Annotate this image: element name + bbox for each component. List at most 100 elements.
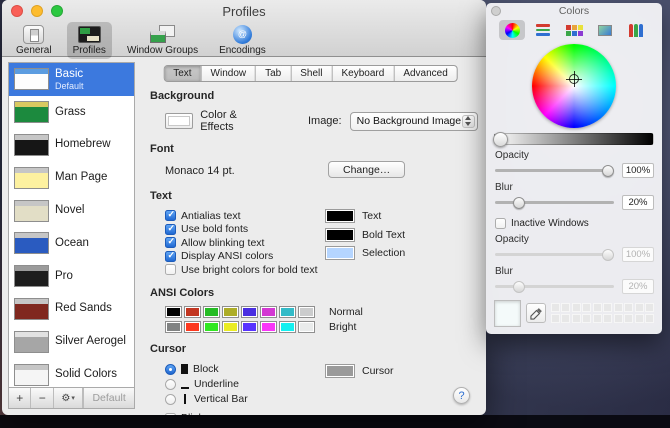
radio-row-vertical-bar[interactable]: Vertical Bar: [165, 392, 478, 407]
ansi-color-well[interactable]: [222, 305, 239, 318]
ansi-color-well[interactable]: [203, 320, 220, 333]
ansi-color-well[interactable]: [184, 320, 201, 333]
ansi-color-well[interactable]: [165, 305, 182, 318]
toolbar-item-general[interactable]: General: [10, 22, 58, 59]
minimize-button[interactable]: [31, 5, 43, 17]
checkbox-row[interactable]: Display ANSI colors: [165, 250, 478, 264]
ansi-color-well[interactable]: [279, 305, 296, 318]
slider-knob[interactable]: [512, 280, 525, 293]
favorite-color-cell[interactable]: [571, 303, 581, 312]
slider-knob[interactable]: [512, 196, 525, 209]
color-wheel-selector[interactable]: [566, 71, 582, 87]
checkbox[interactable]: [165, 412, 176, 415]
ansi-color-well[interactable]: [241, 305, 258, 318]
profile-item-novel[interactable]: Novel: [9, 194, 134, 227]
favorite-color-cell[interactable]: [613, 313, 623, 323]
favorite-color-cell[interactable]: [561, 313, 571, 323]
checkbox[interactable]: [165, 250, 176, 262]
profile-item-silver-aerogel[interactable]: Silver Aerogel: [9, 325, 134, 358]
profile-actions-menu-button[interactable]: ⚙ ▾: [54, 388, 84, 408]
favorite-color-cell[interactable]: [634, 313, 644, 323]
tab-tab[interactable]: Tab: [256, 66, 292, 81]
ansi-color-well[interactable]: [241, 320, 258, 333]
profile-item-solid-colors[interactable]: Solid Colors: [9, 358, 134, 387]
favorite-color-cell[interactable]: [624, 303, 634, 312]
profile-item-grass[interactable]: Grass: [9, 96, 134, 129]
favorite-color-cell[interactable]: [582, 313, 592, 323]
image-palettes-tab[interactable]: [592, 20, 618, 40]
brightness-slider-knob[interactable]: [493, 131, 508, 147]
default-button[interactable]: Default: [83, 388, 134, 408]
color-wheel-tab[interactable]: [499, 20, 525, 40]
toolbar-item-window-groups[interactable]: Window Groups: [121, 22, 204, 59]
current-color-swatch[interactable]: [494, 300, 521, 327]
colors-titlebar[interactable]: Colors: [486, 3, 662, 19]
favorite-color-cell[interactable]: [582, 303, 592, 312]
remove-profile-button[interactable]: −: [31, 388, 54, 408]
ansi-color-well[interactable]: [165, 320, 182, 333]
toolbar-item-profiles[interactable]: Profiles: [66, 22, 112, 59]
favorite-color-cell[interactable]: [603, 313, 613, 323]
text-color-well[interactable]: [325, 209, 355, 223]
slider-knob[interactable]: [602, 164, 614, 177]
ansi-color-well[interactable]: [222, 320, 239, 333]
profile-item-ocean[interactable]: Ocean: [9, 227, 134, 260]
ansi-color-well[interactable]: [298, 320, 315, 333]
opacity-slider[interactable]: [495, 164, 614, 177]
radio-row-underline[interactable]: Underline: [165, 377, 478, 392]
pencils-tab[interactable]: [623, 20, 649, 40]
ansi-color-well[interactable]: [260, 320, 277, 333]
change-font-button[interactable]: Change…: [328, 161, 406, 178]
checkbox-row[interactable]: Use bold fonts: [165, 223, 478, 237]
window-titlebar[interactable]: Profiles: [2, 0, 486, 22]
tab-shell[interactable]: Shell: [291, 66, 333, 81]
ansi-color-well[interactable]: [298, 305, 315, 318]
profile-item-homebrew[interactable]: Homebrew: [9, 129, 134, 162]
checkbox[interactable]: [165, 236, 176, 249]
favorite-color-cell[interactable]: [613, 303, 623, 312]
close-button[interactable]: [11, 5, 23, 17]
profile-item-pro[interactable]: Pro: [9, 260, 134, 293]
bold-text-color-well[interactable]: [325, 227, 355, 242]
selection-color-well[interactable]: [325, 246, 355, 260]
color-palettes-tab[interactable]: [561, 20, 587, 40]
blink-cursor-row[interactable]: Blink cursor: [165, 412, 478, 415]
eyedropper-button[interactable]: [526, 303, 546, 323]
favorite-color-cell[interactable]: [561, 303, 571, 312]
ansi-color-well[interactable]: [184, 305, 201, 318]
brightness-slider[interactable]: [493, 131, 654, 147]
inactive-windows-row[interactable]: Inactive Windows: [495, 218, 662, 229]
checkbox[interactable]: [495, 218, 506, 229]
ansi-color-well[interactable]: [279, 320, 296, 333]
radio-row-block[interactable]: Block: [165, 362, 478, 377]
color-wheel[interactable]: [532, 44, 616, 128]
favorite-color-cell[interactable]: [592, 303, 602, 312]
inactive-opacity-slider[interactable]: [495, 248, 614, 261]
favorite-color-cell[interactable]: [634, 303, 644, 312]
slider-knob[interactable]: [602, 248, 614, 261]
ansi-color-well[interactable]: [203, 305, 220, 318]
checkbox[interactable]: [165, 223, 176, 235]
profile-item-red-sands[interactable]: Red Sands: [9, 293, 134, 326]
color-favorites-grid[interactable]: [551, 303, 654, 323]
ansi-color-well[interactable]: [260, 305, 277, 318]
blur-slider[interactable]: [495, 196, 614, 209]
favorite-color-cell[interactable]: [624, 313, 634, 323]
radio-button[interactable]: [165, 363, 176, 375]
checkbox-row[interactable]: Antialias text: [165, 209, 478, 223]
favorite-color-cell[interactable]: [551, 303, 560, 312]
tab-keyboard[interactable]: Keyboard: [333, 66, 395, 81]
radio-button[interactable]: [165, 393, 176, 405]
color-effects-well[interactable]: [165, 113, 194, 129]
favorite-color-cell[interactable]: [645, 313, 654, 323]
tab-text[interactable]: Text: [164, 66, 202, 81]
tab-window[interactable]: Window: [202, 66, 257, 81]
favorite-color-cell[interactable]: [551, 313, 560, 323]
checkbox-row[interactable]: Use bright colors for bold text: [165, 263, 478, 277]
favorite-color-cell[interactable]: [592, 313, 602, 323]
toolbar-item-encodings[interactable]: @ Encodings: [213, 22, 272, 59]
background-image-dropdown[interactable]: No Background Image: [349, 111, 478, 131]
favorite-color-cell[interactable]: [603, 303, 613, 312]
inactive-blur-slider[interactable]: [495, 280, 614, 293]
zoom-button[interactable]: [51, 5, 63, 17]
